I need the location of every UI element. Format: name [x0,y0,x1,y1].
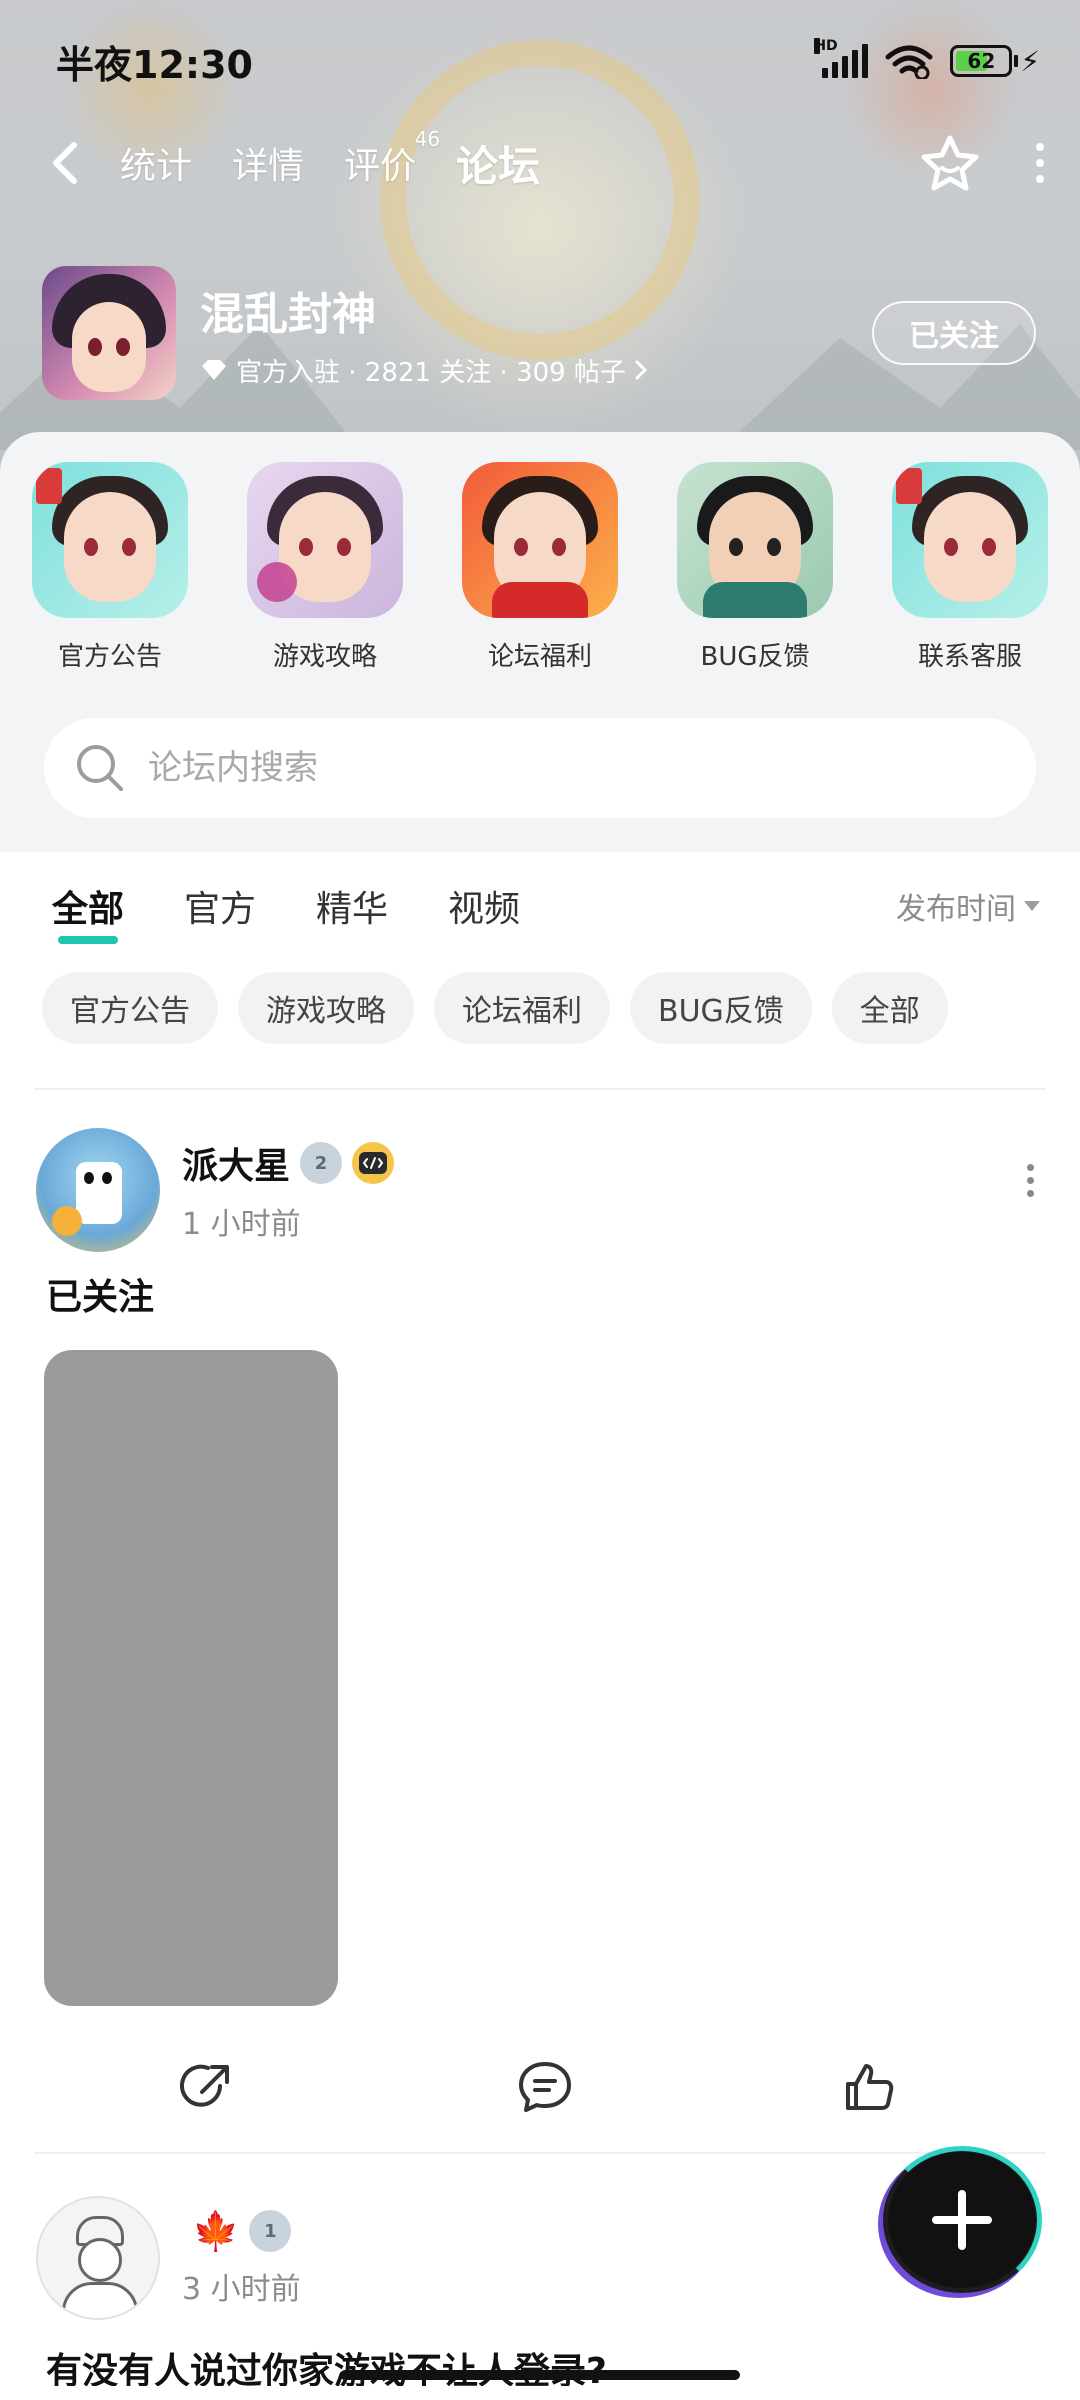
comment-icon [519,2062,571,2112]
create-post-button[interactable] [882,2146,1042,2294]
like-button[interactable] [834,2052,904,2122]
divider [34,2152,1046,2154]
tab-statistics[interactable]: 统计 [120,137,192,189]
comment-button[interactable] [510,2052,580,2122]
home-indicator[interactable] [340,2370,740,2380]
post-author[interactable]: 派大星 [182,1137,290,1189]
chevron-right-icon [635,360,648,380]
shortcut-icon [462,462,618,618]
back-arrow-icon [53,142,77,184]
game-title: 混乱封神 [200,288,376,340]
filter-tab-all[interactable]: 全部 [52,880,124,944]
search-input[interactable] [148,748,948,788]
status-bar: 半夜12:30 HD 62 ⚡ [56,36,1040,87]
avatar[interactable] [36,2196,160,2320]
chip-bug-report[interactable]: BUG反馈 [630,972,812,1044]
shortcut-game-guide[interactable]: 游戏攻略 [247,462,403,673]
post-actions [0,2052,1080,2132]
chip-all[interactable]: 全部 [831,972,948,1044]
signal-icon: HD [814,38,869,78]
tab-reviews[interactable]: 评价 46 [344,127,440,189]
share-icon [180,2064,229,2107]
thumbs-up-icon [846,2064,894,2110]
top-nav: 统计 详情 评价 46 论坛 [50,127,1050,198]
sort-dropdown[interactable]: 发布时间 [896,884,1040,928]
shortcut-bug-report[interactable]: BUG反馈 [677,462,833,673]
avatar[interactable] [36,1128,160,1252]
developer-badge-icon [352,1142,395,1184]
wifi-icon [885,45,933,79]
shortcut-customer-service[interactable]: 联系客服 [892,462,1048,673]
filter-tab-featured[interactable]: 精华 [316,880,388,932]
game-avatar[interactable] [42,266,176,400]
category-chips: 官方公告 游戏攻略 论坛福利 BUG反馈 全部 [42,972,948,1044]
dropdown-arrow-icon [1024,901,1040,911]
share-button[interactable] [172,2052,242,2122]
shortcut-icon [677,462,833,618]
more-menu-icon[interactable] [1030,143,1050,183]
tab-forum[interactable]: 论坛 [456,133,541,194]
forum-search-bar[interactable] [44,718,1036,818]
chip-game-guide[interactable]: 游戏攻略 [238,972,414,1044]
battery-icon: 62 ⚡ [950,45,1040,78]
chip-official-notice[interactable]: 官方公告 [42,972,218,1044]
chip-forum-benefits[interactable]: 论坛福利 [434,972,610,1044]
post-time: 1 小时前 [182,1207,301,1242]
level-badge-icon: 2 [300,1142,343,1184]
post-image[interactable] [44,1350,338,2006]
shortcut-icon [892,462,1048,618]
post-card[interactable]: 派大星 2 1 小时前 已关注 [0,1128,1080,2138]
shortcut-row: 官方公告 游戏攻略 论坛福利 BUG反馈 联系客服 [32,462,1048,673]
post-time: 3 小时前 [182,2271,301,2307]
filter-tab-official[interactable]: 官方 [184,880,256,932]
filter-tab-video[interactable]: 视频 [448,880,520,932]
battery-level: 62 [967,49,996,73]
back-button[interactable] [50,133,90,193]
favorite-star-icon[interactable] [920,134,980,192]
shortcut-official-notice[interactable]: 官方公告 [32,462,188,673]
review-count-badge: 46 [414,127,441,151]
tab-details[interactable]: 详情 [232,137,304,189]
post-more-icon[interactable] [1020,1164,1040,1197]
diamond-icon [202,360,226,380]
search-icon [77,745,123,791]
charging-icon: ⚡ [1020,44,1040,78]
shortcut-forum-benefits[interactable]: 论坛福利 [462,462,618,673]
maple-leaf-icon: 🍁 [192,2208,240,2253]
game-header: 混乱封神 官方入驻 · 2821 关注 · 309 帖子 已关注 [42,266,1036,400]
shortcut-icon [32,462,188,618]
follow-button[interactable]: 已关注 [872,301,1036,365]
post-text[interactable]: 已关注 [46,1268,154,1320]
shortcut-icon [247,462,403,618]
game-meta[interactable]: 官方入驻 · 2821 关注 · 309 帖子 [200,352,648,389]
divider [34,1088,1046,1090]
plus-icon [932,2190,992,2250]
filter-tabs: 全部 官方 精华 视频 发布时间 [52,876,1040,944]
level-badge-icon: 1 [249,2210,292,2252]
status-time: 半夜12:30 [56,42,253,87]
